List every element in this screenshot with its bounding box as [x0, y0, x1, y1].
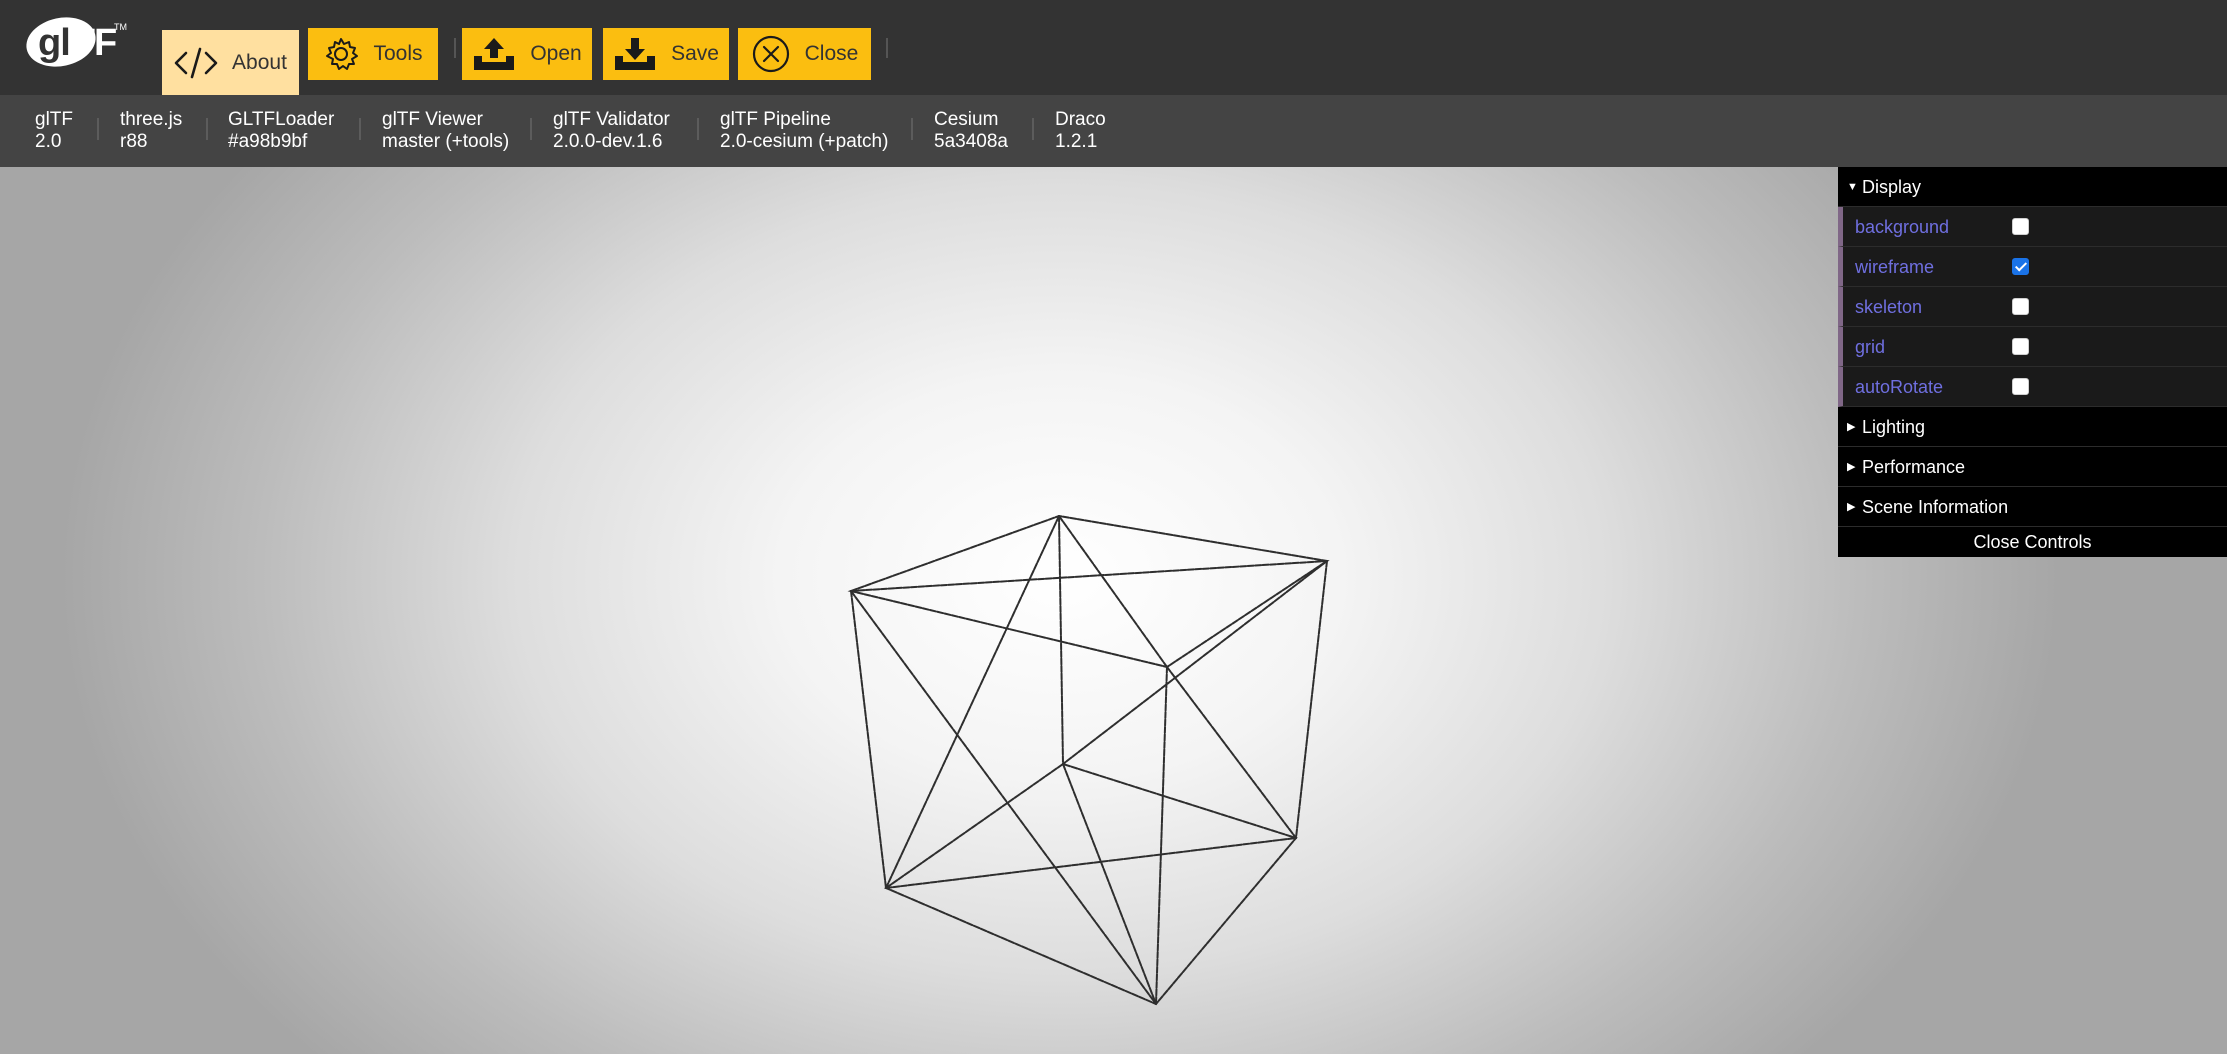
- autorotate-checkbox[interactable]: [2012, 378, 2029, 395]
- control-label: background: [1855, 217, 1950, 237]
- caret-right-icon: ▶: [1847, 501, 1856, 513]
- version-value: master (+tools): [382, 131, 510, 152]
- close-button[interactable]: Close: [738, 28, 871, 80]
- gltf-viewer-app: glTF TM About Tools Open Save Close glTF…: [0, 0, 2227, 1054]
- version-divider: [911, 118, 913, 140]
- folder-performance[interactable]: ▶ Performance: [1838, 447, 2227, 487]
- version-name: three.js: [120, 109, 183, 130]
- gltf-logo: glTF TM: [21, 11, 127, 73]
- version-name: glTF Pipeline: [720, 109, 831, 130]
- top-toolbar: glTF TM About Tools Open Save Close: [0, 0, 2227, 95]
- control-label: skeleton: [1855, 297, 1923, 317]
- about-button-label: About: [232, 50, 287, 74]
- save-button[interactable]: Save: [603, 28, 729, 80]
- tools-button-label: Tools: [373, 42, 423, 65]
- version-gltf-viewer: glTF Viewer master (+tools): [382, 109, 509, 153]
- wireframe-checkbox[interactable]: [2012, 258, 2029, 275]
- caret-down-icon: ▼: [1847, 181, 1858, 193]
- version-divider: [359, 118, 361, 140]
- open-button[interactable]: Open: [462, 28, 592, 80]
- controls-panel: ▼ Display background wireframe skeleton …: [1838, 167, 2227, 557]
- code-icon: [174, 47, 218, 79]
- version-name: Draco: [1055, 109, 1106, 130]
- control-wireframe: wireframe: [1838, 247, 2227, 287]
- control-label: wireframe: [1855, 257, 1935, 277]
- folder-lighting-label: Lighting: [1862, 417, 1926, 437]
- folder-lighting[interactable]: ▶ Lighting: [1838, 407, 2227, 447]
- version-name: glTF Viewer: [382, 109, 484, 130]
- version-draco: Draco 1.2.1: [1055, 109, 1106, 153]
- version-threejs: three.js r88: [120, 109, 182, 153]
- version-divider: [206, 118, 208, 140]
- version-value: #a98b9bf: [228, 131, 308, 152]
- version-value: r88: [120, 131, 148, 152]
- close-controls-button[interactable]: Close Controls: [1838, 527, 2227, 557]
- version-name: GLTFLoader: [228, 109, 335, 130]
- logo-tf: TF: [71, 22, 117, 64]
- version-name: Cesium: [934, 109, 999, 130]
- version-value: 5a3408a: [934, 131, 1008, 152]
- toolbar-divider: [886, 38, 888, 58]
- version-gltf: glTF 2.0: [35, 109, 73, 153]
- folder-scene-information[interactable]: ▶ Scene Information: [1838, 487, 2227, 527]
- version-value: 2.0.0-dev.1.6: [553, 131, 663, 152]
- folder-display-label: Display: [1862, 177, 1922, 197]
- control-skeleton: skeleton: [1838, 287, 2227, 327]
- background-checkbox[interactable]: [2012, 218, 2029, 235]
- control-grid: grid: [1838, 327, 2227, 367]
- control-background: background: [1838, 207, 2227, 247]
- folder-scene-information-label: Scene Information: [1862, 497, 2009, 517]
- version-divider: [530, 118, 532, 140]
- version-divider: [1032, 118, 1034, 140]
- control-label: grid: [1855, 337, 1886, 357]
- version-value: 2.0: [35, 131, 62, 152]
- grid-checkbox[interactable]: [2012, 338, 2029, 355]
- logo-trademark: TM: [114, 22, 127, 32]
- gear-icon: [323, 36, 359, 72]
- version-bar: glTF 2.0 three.js r88 GLTFLoader #a98b9b…: [0, 95, 2227, 167]
- version-cesium: Cesium 5a3408a: [934, 109, 1008, 153]
- version-gltf-validator: glTF Validator 2.0.0-dev.1.6: [553, 109, 670, 153]
- version-divider: [97, 118, 99, 140]
- open-button-label: Open: [530, 42, 582, 65]
- tools-button[interactable]: Tools: [308, 28, 438, 80]
- upload-icon: [472, 36, 516, 72]
- close-circle-icon: [751, 34, 791, 74]
- folder-display[interactable]: ▼ Display: [1838, 167, 2227, 207]
- skeleton-checkbox[interactable]: [2012, 298, 2029, 315]
- version-gltfloader: GLTFLoader #a98b9bf: [228, 109, 334, 153]
- version-name: glTF: [35, 109, 73, 130]
- download-icon: [613, 36, 657, 72]
- close-button-label: Close: [804, 42, 859, 65]
- version-name: glTF Validator: [553, 109, 670, 130]
- version-divider: [697, 118, 699, 140]
- toolbar-divider: [454, 38, 456, 58]
- save-button-label: Save: [671, 42, 719, 65]
- caret-right-icon: ▶: [1847, 421, 1856, 433]
- logo-text: glTF: [38, 22, 117, 65]
- version-gltf-pipeline: glTF Pipeline 2.0-cesium (+patch): [720, 109, 888, 153]
- control-autorotate: autoRotate: [1838, 367, 2227, 407]
- version-value: 2.0-cesium (+patch): [720, 131, 889, 152]
- control-label: autoRotate: [1855, 377, 1944, 397]
- caret-right-icon: ▶: [1847, 461, 1856, 473]
- logo-gl: gl: [38, 22, 71, 64]
- folder-performance-label: Performance: [1862, 457, 1966, 477]
- version-value: 1.2.1: [1055, 131, 1098, 152]
- about-button[interactable]: About: [162, 30, 299, 95]
